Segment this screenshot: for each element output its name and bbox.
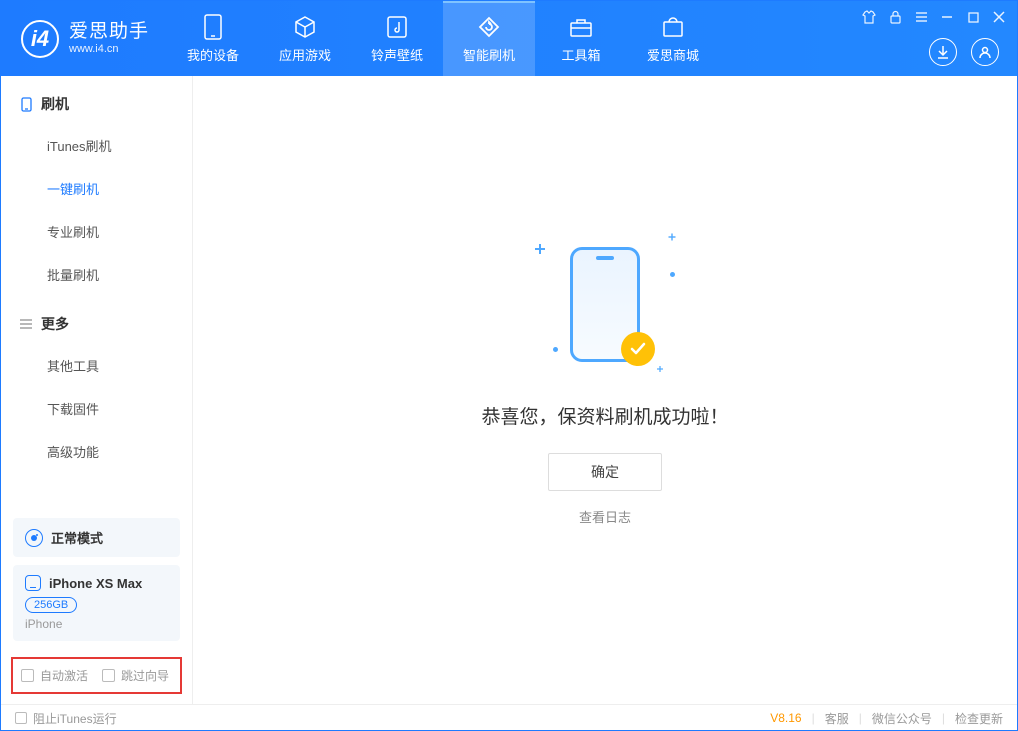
checkbox-skip-guide[interactable]: 跳过向导 bbox=[102, 667, 169, 684]
nav-label: 我的设备 bbox=[187, 45, 239, 64]
success-illustration bbox=[525, 224, 685, 384]
main-content: 恭喜您，保资料刷机成功啦！ 确定 查看日志 bbox=[193, 76, 1017, 704]
sidebar-item-download-firmware[interactable]: 下载固件 bbox=[1, 387, 192, 430]
logo-text: 爱思助手 www.i4.cn bbox=[69, 22, 149, 55]
nav-store[interactable]: 爱思商城 bbox=[627, 1, 719, 76]
nav-apps-games[interactable]: 应用游戏 bbox=[259, 1, 351, 76]
app-name-en: www.i4.cn bbox=[69, 43, 149, 55]
footer-link-support[interactable]: 客服 bbox=[825, 710, 849, 727]
refresh-icon bbox=[477, 15, 501, 39]
download-icon[interactable] bbox=[929, 38, 957, 66]
nav-toolbox[interactable]: 工具箱 bbox=[535, 1, 627, 76]
toolbox-icon bbox=[569, 15, 593, 39]
phone-icon bbox=[19, 97, 33, 111]
nav-label: 工具箱 bbox=[562, 45, 601, 64]
sidebar-section-more: 更多 bbox=[1, 296, 192, 344]
success-check-icon bbox=[621, 332, 655, 366]
section-title-label: 更多 bbox=[41, 314, 69, 334]
mode-label: 正常模式 bbox=[51, 528, 103, 547]
device-small-icon bbox=[25, 575, 41, 591]
dot-icon bbox=[670, 272, 675, 277]
header-right-icons bbox=[929, 38, 999, 66]
sidebar-item-oneclick-flash[interactable]: 一键刷机 bbox=[1, 167, 192, 210]
footer-link-check-update[interactable]: 检查更新 bbox=[955, 710, 1003, 727]
ok-button[interactable]: 确定 bbox=[548, 453, 662, 491]
section-title-label: 刷机 bbox=[41, 94, 69, 114]
checkbox-auto-activate[interactable]: 自动激活 bbox=[21, 667, 88, 684]
close-button[interactable] bbox=[991, 9, 1007, 25]
app-logo[interactable]: i4 爱思助手 www.i4.cn bbox=[1, 20, 167, 58]
nav-ringtone-wallpaper[interactable]: 铃声壁纸 bbox=[351, 1, 443, 76]
minimize-button[interactable] bbox=[939, 9, 955, 25]
device-name: iPhone XS Max bbox=[49, 576, 142, 591]
checkbox-label: 跳过向导 bbox=[121, 667, 169, 684]
checkbox-label: 阻止iTunes运行 bbox=[33, 710, 117, 727]
nav-my-device[interactable]: 我的设备 bbox=[167, 1, 259, 76]
shirt-icon[interactable] bbox=[861, 9, 877, 25]
mode-icon bbox=[25, 529, 43, 547]
version-label: V8.16 bbox=[770, 711, 801, 725]
sidebar-section-flash: 刷机 bbox=[1, 76, 192, 124]
maximize-button[interactable] bbox=[965, 9, 981, 25]
sidebar-item-pro-flash[interactable]: 专业刷机 bbox=[1, 210, 192, 253]
music-icon bbox=[385, 15, 409, 39]
sidebar: 刷机 iTunes刷机 一键刷机 专业刷机 批量刷机 更多 其他工具 下载固件 … bbox=[1, 76, 193, 704]
nav-label: 爱思商城 bbox=[647, 45, 699, 64]
top-nav: 我的设备 应用游戏 铃声壁纸 智能刷机 工具箱 爱思商城 bbox=[167, 1, 719, 76]
checkbox-icon bbox=[102, 669, 115, 682]
header: i4 爱思助手 www.i4.cn 我的设备 应用游戏 铃声壁纸 智能刷机 工具… bbox=[1, 1, 1017, 76]
footer-link-wechat[interactable]: 微信公众号 bbox=[872, 710, 932, 727]
device-capacity: 256GB bbox=[25, 597, 77, 613]
user-icon[interactable] bbox=[971, 38, 999, 66]
store-icon bbox=[661, 15, 685, 39]
nav-smart-flash[interactable]: 智能刷机 bbox=[443, 1, 535, 76]
sidebar-item-other-tools[interactable]: 其他工具 bbox=[1, 344, 192, 387]
spark-icon bbox=[657, 366, 663, 372]
menu-lines-icon bbox=[19, 317, 33, 331]
sidebar-item-batch-flash[interactable]: 批量刷机 bbox=[1, 253, 192, 296]
checkbox-label: 自动激活 bbox=[40, 667, 88, 684]
nav-label: 铃声壁纸 bbox=[371, 45, 423, 64]
sidebar-item-advanced[interactable]: 高级功能 bbox=[1, 430, 192, 473]
device-card[interactable]: iPhone XS Max 256GB iPhone bbox=[13, 565, 180, 641]
device-type: iPhone bbox=[25, 617, 168, 631]
app-name-cn: 爱思助手 bbox=[69, 22, 149, 43]
mode-indicator[interactable]: 正常模式 bbox=[13, 518, 180, 557]
spark-icon bbox=[535, 244, 545, 254]
cube-icon bbox=[293, 15, 317, 39]
footer: 阻止iTunes运行 V8.16 | 客服 | 微信公众号 | 检查更新 bbox=[1, 704, 1017, 731]
success-message: 恭喜您，保资料刷机成功啦！ bbox=[481, 402, 728, 429]
lock-icon[interactable] bbox=[887, 9, 903, 25]
nav-label: 应用游戏 bbox=[279, 45, 331, 64]
checkbox-icon bbox=[15, 712, 27, 724]
logo-icon: i4 bbox=[21, 20, 59, 58]
checkbox-block-itunes[interactable]: 阻止iTunes运行 bbox=[15, 710, 117, 727]
dot-icon bbox=[553, 347, 558, 352]
checkbox-icon bbox=[21, 669, 34, 682]
window-controls bbox=[861, 9, 1007, 25]
flash-options-highlighted: 自动激活 跳过向导 bbox=[11, 657, 182, 694]
nav-label: 智能刷机 bbox=[463, 45, 515, 64]
spark-icon bbox=[669, 234, 676, 241]
device-icon bbox=[201, 15, 225, 39]
view-log-link[interactable]: 查看日志 bbox=[579, 507, 631, 526]
sidebar-item-itunes-flash[interactable]: iTunes刷机 bbox=[1, 124, 192, 167]
menu-icon[interactable] bbox=[913, 9, 929, 25]
